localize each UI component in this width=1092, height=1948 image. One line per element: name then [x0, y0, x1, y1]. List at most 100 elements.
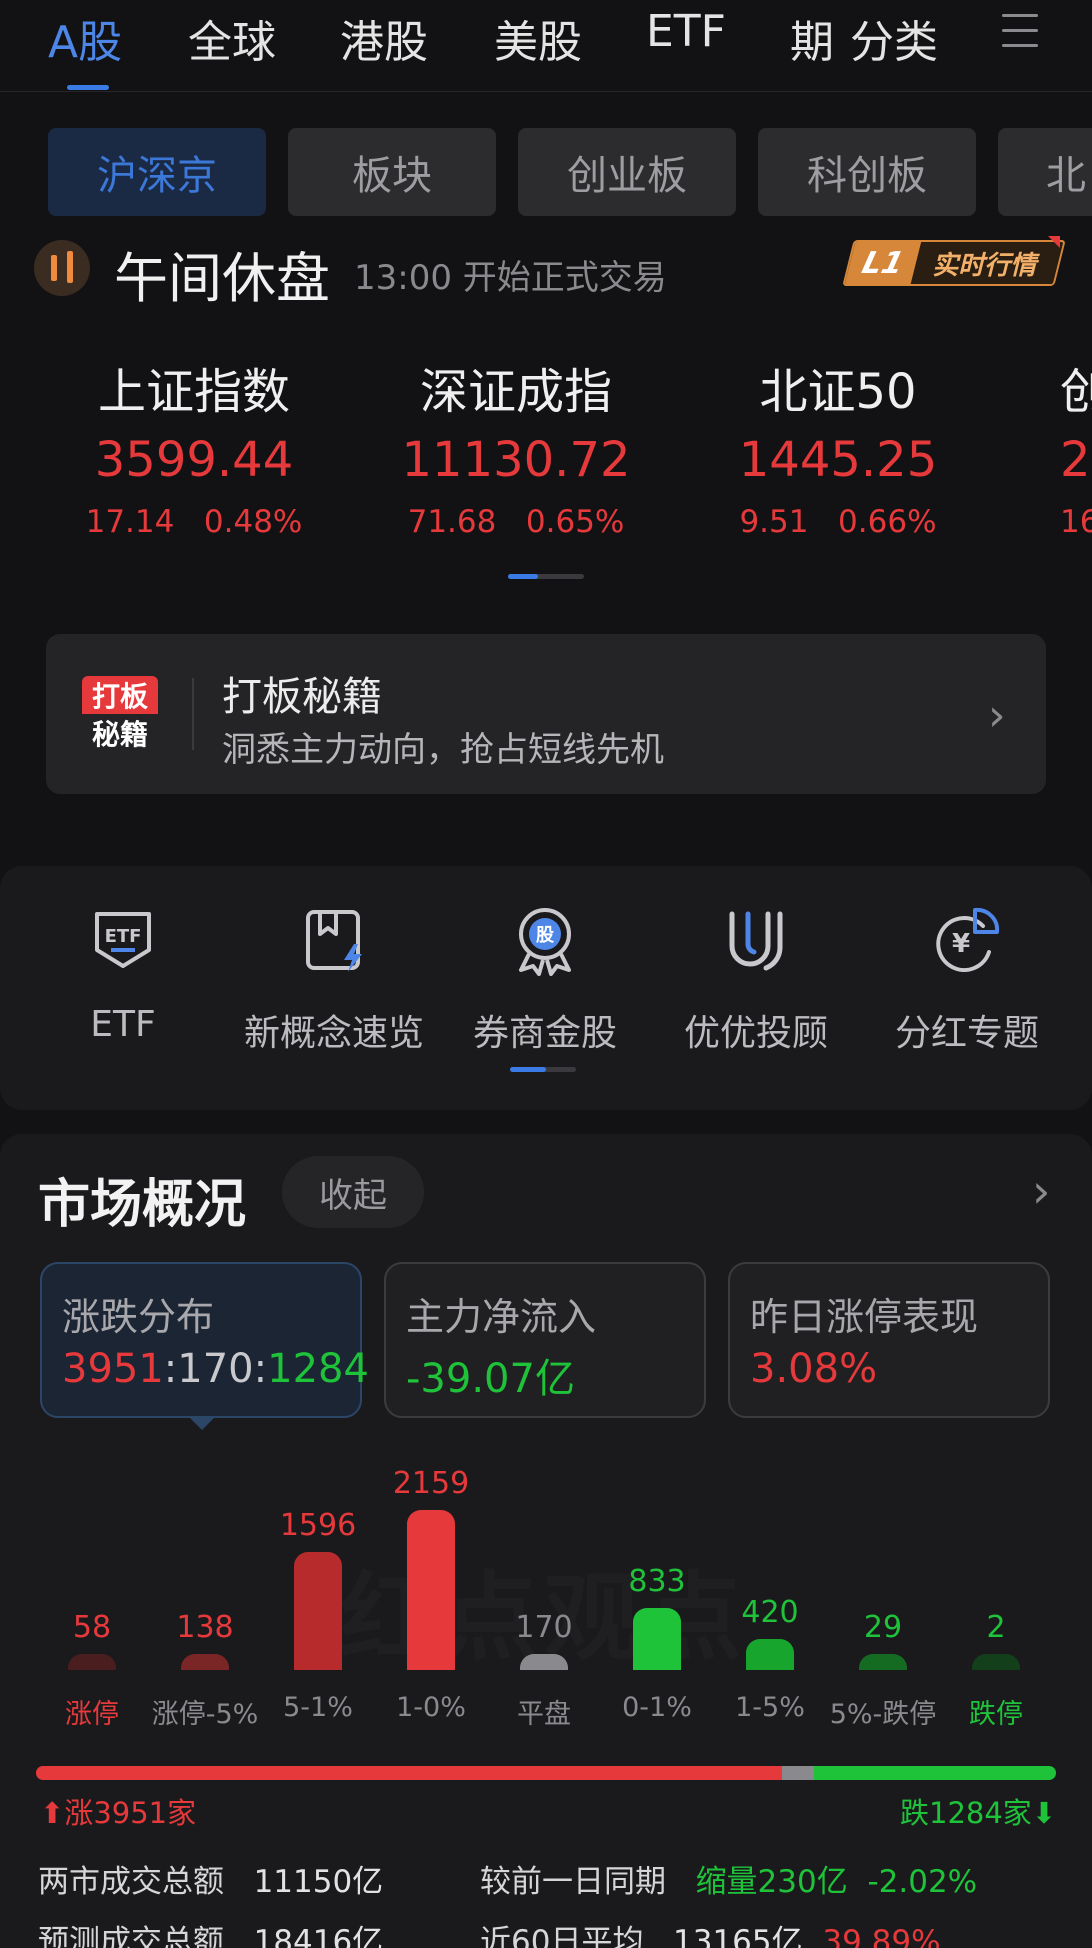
shortcut-pager — [510, 1067, 576, 1072]
candlestick-icon — [34, 240, 90, 296]
index-value: 2 — [1060, 432, 1091, 488]
shortcut-label: 分红专题 — [894, 1013, 1039, 1054]
concept-book-icon — [306, 910, 362, 972]
subtab-sector[interactable]: 板块 — [288, 128, 496, 216]
svg-text:股: 股 — [535, 925, 555, 946]
index-card-bse50[interactable]: 北证50 1445.25 9.51 0.66% — [688, 352, 988, 540]
subtab-hushenjing[interactable]: 沪深京 — [48, 128, 266, 216]
promo-title: 打板秘籍 — [222, 674, 382, 720]
subtab-chinext[interactable]: 创业板 — [518, 128, 736, 216]
index-name: 上证指数 — [97, 364, 290, 420]
shortcut-label: 券商金股 — [472, 1013, 617, 1054]
session-next-open: 13:00 开始正式交易 — [354, 258, 667, 298]
promo-description: 洞悉主力动向，抢占短线先机 — [222, 730, 664, 770]
turnover-row: 两市成交总额 11150亿 — [38, 1864, 384, 1900]
index-name: 创 — [1060, 364, 1092, 420]
arrow-down-icon: ⬇ — [1031, 1796, 1057, 1830]
index-change: 71.68 0.65% — [407, 504, 625, 540]
subtab-star-market[interactable]: 科创板 — [758, 128, 976, 216]
rise-fall-ratio-bar — [36, 1766, 1056, 1780]
promo-logo: 打板 秘籍 — [82, 676, 158, 752]
advisor-u-icon — [729, 911, 783, 971]
index-change: 17.14 0.48% — [85, 504, 303, 540]
tab-a-shares[interactable]: A股 — [48, 6, 122, 70]
bar-category-label: 跌停 — [969, 1699, 1023, 1730]
tab-etf[interactable]: ETF — [646, 6, 726, 57]
dividend-yuan-icon: ¥ — [936, 907, 1000, 972]
stat-main-net-inflow[interactable]: 主力净流入 -39.07亿 — [384, 1262, 706, 1418]
index-value: 1445.25 — [738, 432, 938, 488]
bar-value-label: 170 — [515, 1610, 573, 1645]
collapse-button[interactable]: 收起 — [282, 1156, 424, 1228]
turnover-compare-row: 较前一日同期 缩量230亿 -2.02% — [480, 1864, 978, 1900]
bar-8 — [972, 1654, 1020, 1670]
active-tab-indicator — [67, 85, 109, 90]
fall-count: 跌1284家⬇ — [900, 1796, 1057, 1830]
stat-yesterday-limit-up[interactable]: 昨日涨停表现 3.08% — [728, 1262, 1050, 1418]
shortcut-label: 优优投顾 — [683, 1013, 828, 1054]
ratio-flat-segment — [781, 1766, 814, 1780]
tab-us-shares[interactable]: 美股 — [494, 6, 582, 70]
bar-4 — [520, 1654, 568, 1670]
index-card-shenzhen[interactable]: 深证成指 11130.72 71.68 0.65% — [366, 352, 666, 540]
stat-value: -39.07亿 — [406, 1356, 575, 1402]
shortcut-label: ETF — [90, 1004, 156, 1045]
tab-hk-shares[interactable]: 港股 — [340, 6, 428, 70]
bar-6 — [746, 1639, 794, 1670]
forecast-turnover-row: 预测成交总额 18416亿 — [38, 1924, 384, 1948]
index-change: 16. — [1060, 504, 1092, 540]
ratio-rise-segment — [36, 1766, 782, 1780]
promo-banner[interactable]: 打板 秘籍 打板秘籍 洞悉主力动向，抢占短线先机 › — [46, 634, 1046, 794]
realtime-label: 实时行情 — [910, 242, 1064, 284]
broker-medal-icon: 股 — [519, 908, 571, 976]
chevron-right-icon[interactable]: › — [1032, 1164, 1050, 1218]
shortcut-new-concepts[interactable]: 新概念速览 — [244, 904, 424, 1056]
tab-category[interactable]: 分类 — [850, 6, 938, 70]
bar-value-label: 833 — [628, 1564, 686, 1599]
index-name: 北证50 — [759, 364, 917, 420]
stat-rise-fall-distribution[interactable]: 涨跌分布 3951:170:1284 — [40, 1262, 369, 1418]
rise-fall-distribution-chart[interactable]: 58 涨停 138 涨停-5% 1596 5-1% 2159 1-0% 170 平盘 833 0-1%… — [0, 1440, 1092, 1740]
shortcut-broker-picks[interactable]: 股 券商金股 — [455, 904, 635, 1056]
index-change: 9.51 0.66% — [739, 504, 937, 540]
ratio-fall-segment — [813, 1766, 1056, 1780]
bar-value-label: 1596 — [279, 1508, 357, 1543]
bar-value-label: 2159 — [392, 1466, 470, 1501]
bar-7 — [859, 1654, 907, 1670]
stat-label: 主力净流入 — [406, 1295, 597, 1339]
l1-label: L1 — [844, 242, 922, 284]
session-status: 午间休盘 — [114, 247, 330, 310]
market-tab-bar: A股 全球 港股 美股 ETF 期 分类 — [0, 0, 1092, 92]
etf-shield-icon: ETF — [95, 912, 151, 968]
chevron-right-icon: › — [988, 690, 1006, 741]
index-value: 3599.44 — [94, 432, 294, 488]
avg60-turnover-row: 近60日平均 13165亿 39.89% — [480, 1924, 941, 1948]
stat-value: 3951:170:1284 — [62, 1346, 369, 1392]
bar-value-label: 58 — [72, 1610, 112, 1645]
menu-icon[interactable] — [1002, 14, 1038, 54]
subtab-beijing[interactable]: 北 — [998, 128, 1092, 216]
tab-futures[interactable]: 期 — [790, 6, 838, 70]
shortcut-etf[interactable]: ETF ETF — [33, 904, 213, 1045]
badge-corner-mark — [1048, 236, 1060, 248]
l1-realtime-badge[interactable]: L1 实时行情 — [842, 240, 1066, 286]
shortcut-label: 新概念速览 — [244, 1013, 425, 1054]
stat-pointer — [188, 1416, 216, 1430]
bar-2 — [294, 1552, 342, 1670]
shortcut-dividend[interactable]: ¥ 分红专题 — [877, 904, 1057, 1056]
svg-text:¥: ¥ — [952, 929, 970, 959]
arrow-up-icon: ⬆ — [40, 1796, 65, 1830]
rise-count: ⬆涨3951家 — [40, 1796, 197, 1830]
stat-label: 涨跌分布 — [62, 1295, 215, 1339]
index-value: 11130.72 — [401, 432, 631, 488]
bar-0 — [68, 1654, 116, 1670]
index-card-shanghai[interactable]: 上证指数 3599.44 17.14 0.48% — [44, 352, 344, 540]
promo-divider — [192, 678, 194, 750]
index-pager — [508, 574, 584, 579]
tab-global[interactable]: 全球 — [188, 6, 276, 70]
bar-value-label: 420 — [741, 1595, 799, 1630]
index-card-chinext[interactable]: 创 2 16. — [1060, 352, 1092, 540]
overview-title: 市场概况 — [38, 1175, 247, 1235]
shortcut-advisor[interactable]: 优优投顾 — [666, 904, 846, 1056]
bar-1 — [181, 1654, 229, 1670]
